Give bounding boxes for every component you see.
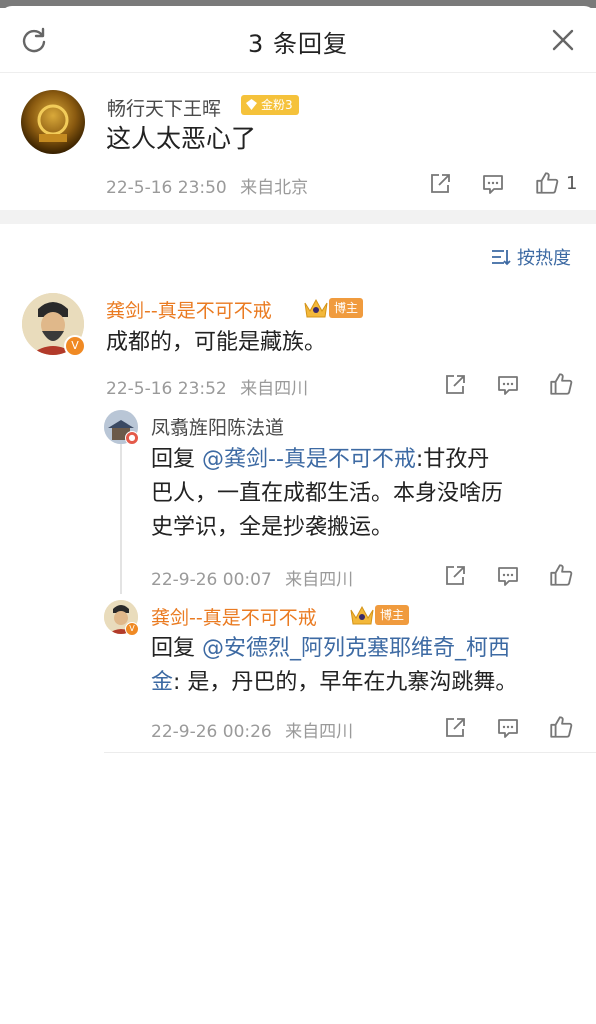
crown-icon xyxy=(304,298,328,318)
reply-prefix: 回复 xyxy=(151,447,202,472)
share-icon[interactable] xyxy=(428,172,452,196)
thread-end-divider xyxy=(104,752,596,753)
reply-time: 22-5-16 23:52 xyxy=(106,379,227,399)
crown-icon xyxy=(350,605,374,625)
reply-time: 22-9-26 00:07 xyxy=(151,570,272,590)
verified-icon: ● xyxy=(125,431,139,445)
like-icon[interactable] xyxy=(548,562,574,588)
diamond-icon xyxy=(246,99,257,110)
share-icon[interactable] xyxy=(443,373,467,397)
reply-line-1: 回复 @安德烈_阿列克塞耶维奇_柯西 xyxy=(151,632,581,666)
reply-time: 22-9-26 00:26 xyxy=(151,722,272,742)
share-icon[interactable] xyxy=(443,564,467,588)
reply-meta: 22-9-26 00:07 来自四川 xyxy=(151,565,353,590)
sort-icon xyxy=(492,250,511,266)
sort-toggle[interactable]: 按热度 xyxy=(491,244,571,270)
share-icon[interactable] xyxy=(443,716,467,740)
host-badge: 博主 xyxy=(329,298,364,318)
reply-text: 回复 @龚剑--真是不可不戒:甘孜丹 巴人，一直在成都生活。本身没啥历 史学识，… xyxy=(151,443,571,545)
comment-icon[interactable] xyxy=(496,373,520,397)
reply-location: 来自四川 xyxy=(285,722,354,742)
reply-text-fragment: :甘孜丹 xyxy=(415,447,490,472)
close-icon[interactable] xyxy=(549,26,577,54)
comment-icon[interactable] xyxy=(481,172,505,196)
mention-link[interactable]: @安德烈_阿列克塞耶维奇_柯西 xyxy=(202,636,510,661)
reply-meta: 22-5-16 23:52 来自四川 xyxy=(106,374,308,399)
reply-author[interactable]: 凤翥旌阳陈法道 xyxy=(151,413,284,440)
comment-author[interactable]: 畅行天下王晖 xyxy=(107,94,221,121)
reply-text-fragment: : 是，丹巴的，早年在九寨沟跳舞。 xyxy=(173,670,518,695)
reply-author[interactable]: 龚剑--真是不可不戒 xyxy=(151,603,317,630)
sort-label: 按热度 xyxy=(517,248,571,269)
comment-icon[interactable] xyxy=(496,716,520,740)
fan-badge: 金粉3 xyxy=(241,95,299,115)
comment-meta: 22-5-16 23:50 来自北京 xyxy=(106,173,308,198)
page-title: 3 条回复 xyxy=(248,30,348,58)
mention-link[interactable]: @龚剑--真是不可不戒 xyxy=(202,447,416,472)
verified-icon: V xyxy=(64,335,86,357)
reply-line-2: 金: 是，丹巴的，早年在九寨沟跳舞。 xyxy=(151,666,581,700)
mention-link-cont[interactable]: 金 xyxy=(151,670,173,695)
comment-location: 来自北京 xyxy=(240,178,309,198)
dragon-emblem-icon xyxy=(37,104,69,142)
reply-line-3: 史学识，全是抄袭搬运。 xyxy=(151,515,394,540)
sheet-header: 3 条回复 xyxy=(0,6,596,73)
verified-icon: V xyxy=(125,622,139,636)
like-count: 1 xyxy=(566,173,578,194)
comment-time: 22-5-16 23:50 xyxy=(106,178,227,198)
reply-line-2: 巴人，一直在成都生活。本身没啥历 xyxy=(151,481,504,506)
avatar[interactable] xyxy=(21,90,85,154)
reply-prefix: 回复 xyxy=(151,636,202,661)
like-icon[interactable] xyxy=(548,371,574,397)
reply-location: 来自四川 xyxy=(285,570,354,590)
reply-text: 回复 @安德烈_阿列克塞耶维奇_柯西 金: 是，丹巴的，早年在九寨沟跳舞。 xyxy=(151,632,581,700)
fan-badge-label: 金粉3 xyxy=(261,98,293,112)
like-icon[interactable] xyxy=(548,714,574,740)
reply-author[interactable]: 龚剑--真是不可不戒 xyxy=(106,296,272,323)
reply-line-1: 回复 @龚剑--真是不可不戒:甘孜丹 xyxy=(151,443,571,477)
reply-meta: 22-9-26 00:26 来自四川 xyxy=(151,717,353,742)
comment-icon[interactable] xyxy=(496,564,520,588)
reply-location: 来自四川 xyxy=(240,379,309,399)
comment-text: 这人太恶心了 xyxy=(106,124,257,153)
reply-text: 成都的，可能是藏族。 xyxy=(106,330,327,355)
like-icon[interactable] xyxy=(534,170,560,196)
host-badge: 博主 xyxy=(375,605,410,625)
section-divider xyxy=(0,210,596,224)
thread-line xyxy=(120,444,122,594)
